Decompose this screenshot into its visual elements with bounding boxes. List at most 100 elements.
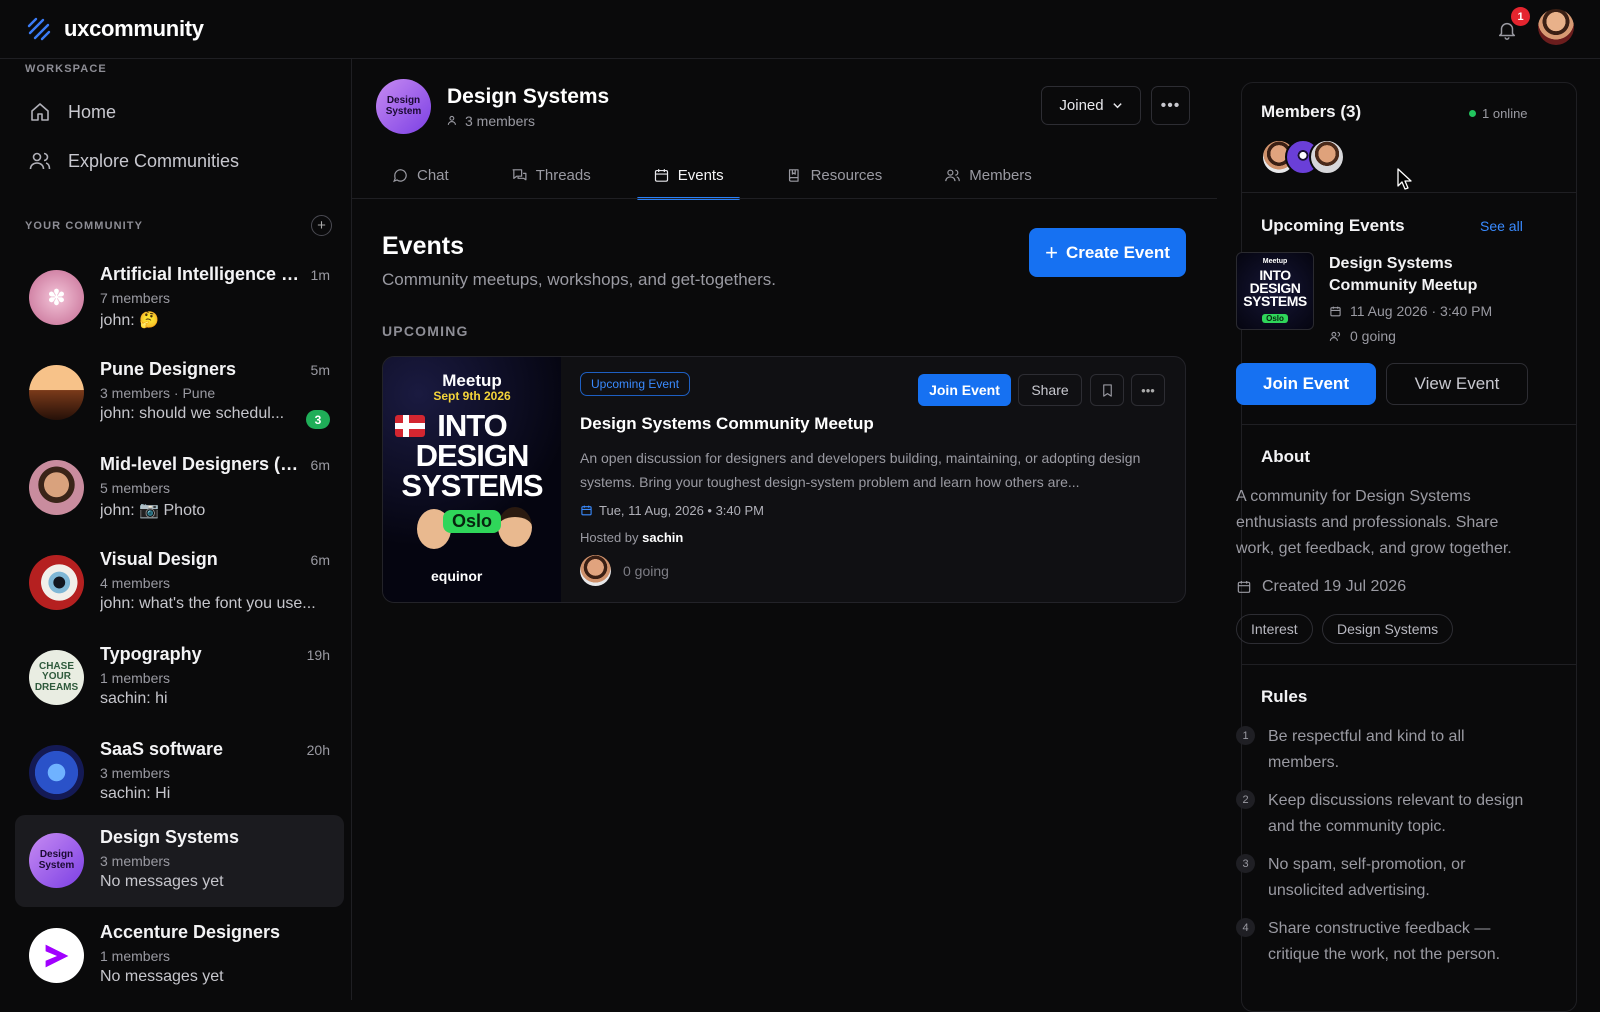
group-member-count: 3 members xyxy=(447,113,609,129)
sidebar-item-home[interactable]: Home xyxy=(28,100,116,124)
created-date: Created 19 Jul 2026 xyxy=(1236,578,1406,596)
tab-chat[interactable]: Chat xyxy=(376,151,465,199)
calendar-icon xyxy=(1237,581,1251,593)
tab-resources[interactable]: Resources xyxy=(770,151,899,199)
poster-headline: INTO DESIGN SYSTEMS xyxy=(401,408,543,503)
community-meta: 1 members xyxy=(100,670,171,686)
upcoming-date-text: 11 Aug 2026 · 3:40 PM xyxy=(1350,303,1493,319)
avatar-text: Design System xyxy=(38,849,75,871)
plus-icon: + xyxy=(1045,239,1058,265)
tab-members[interactable]: Members xyxy=(928,151,1048,199)
community-item-active[interactable]: Design System Design Systems 3 members N… xyxy=(15,815,344,907)
member-count-text: 3 members xyxy=(465,112,536,129)
more-icon: ••• xyxy=(1160,96,1181,114)
community-last-message: sachin: hi xyxy=(100,690,168,707)
bookmark-button[interactable] xyxy=(1090,374,1124,406)
thumb-city: Oslo xyxy=(1262,314,1288,323)
community-meta: 3 members xyxy=(100,765,171,781)
upcoming-event-thumbnail[interactable]: Meetup INTO DESIGN SYSTEMS Oslo xyxy=(1236,252,1314,330)
more-icon: ••• xyxy=(1141,382,1155,398)
app-name: uxcommunity xyxy=(64,16,204,41)
tab-label: Events xyxy=(677,166,724,184)
calendar-icon xyxy=(1330,306,1341,316)
community-item[interactable]: CHASE YOUR DREAMS Typography 19h 1 membe… xyxy=(15,632,344,724)
community-meta: 7 members xyxy=(100,290,171,306)
community-time: 1m xyxy=(310,267,330,283)
users-icon xyxy=(29,152,51,170)
joined-dropdown[interactable]: Joined xyxy=(1041,86,1141,125)
tab-events[interactable]: Events xyxy=(636,151,740,200)
members-title: Members (3) xyxy=(1261,102,1362,121)
calendar-icon xyxy=(654,168,668,182)
member-avatar[interactable] xyxy=(1309,139,1345,175)
event-title[interactable]: Design Systems Community Meetup xyxy=(580,414,874,434)
tag-chip[interactable]: Design Systems xyxy=(1322,614,1454,644)
avatar-text: CHASE YOUR DREAMS xyxy=(34,660,79,693)
share-button[interactable]: Share xyxy=(1018,374,1082,406)
community-last-message: sachin: Hi xyxy=(100,785,171,802)
rule-number: 1 xyxy=(1236,726,1255,745)
emoji-avatar-icon xyxy=(498,507,532,547)
sidebar-join-event-button[interactable]: Join Event xyxy=(1236,363,1376,405)
community-item[interactable]: Pune Designers 5m 3 members · Pune john:… xyxy=(15,347,344,439)
community-name: Pune Designers xyxy=(100,359,237,379)
community-meta: 3 members · Pune xyxy=(100,385,216,401)
community-avatar xyxy=(29,928,84,983)
community-meta: 4 members xyxy=(100,575,171,591)
hosted-by-label: Hosted by xyxy=(580,530,639,545)
community-item[interactable]: Mid-level Designers (3-... 6m 5 members … xyxy=(15,442,344,534)
user-avatar[interactable] xyxy=(1538,9,1574,45)
community-time: 5m xyxy=(310,362,330,378)
community-last-message: john: what's the font you use... xyxy=(100,595,316,612)
community-avatar xyxy=(29,460,84,515)
top-bar: uxcommunity 1 xyxy=(0,0,1600,59)
community-last-message: john: should we schedul... xyxy=(100,405,285,422)
sidebar-item-explore[interactable]: Explore Communities xyxy=(28,149,239,173)
tab-label: Resources xyxy=(810,166,883,184)
tab-threads[interactable]: Threads xyxy=(495,151,607,199)
notifications-button[interactable]: 1 xyxy=(1496,7,1530,41)
community-name: Typography xyxy=(100,644,202,664)
group-more-button[interactable]: ••• xyxy=(1151,86,1190,125)
unread-badge: 3 xyxy=(306,410,330,429)
event-card[interactable]: Meetup Sept 9th 2026 INTO DESIGN SYSTEMS… xyxy=(382,356,1186,603)
community-avatar: CHASE YOUR DREAMS xyxy=(29,650,84,705)
online-count: 1 online xyxy=(1482,106,1528,121)
your-community-label: YOUR COMMUNITY xyxy=(25,220,144,232)
group-title: Design Systems xyxy=(447,84,610,108)
join-event-button[interactable]: Join Event xyxy=(918,374,1011,406)
community-last-message: No messages yet xyxy=(100,968,224,985)
community-item[interactable]: Visual Design 6m 4 members john: what's … xyxy=(15,537,344,629)
community-item[interactable]: SaaS software 20h 3 members sachin: Hi xyxy=(15,727,344,819)
tag-chip[interactable]: Interest xyxy=(1236,614,1313,644)
plus-icon: + xyxy=(317,217,326,234)
community-last-message: john: 📷 Photo xyxy=(100,502,206,519)
group-tabs: Chat Threads Events Resources Members xyxy=(376,151,1217,200)
divider xyxy=(1241,424,1577,425)
users-icon xyxy=(945,169,961,181)
main-content: Design System Design Systems 3 members J… xyxy=(352,59,1217,1000)
community-time: 6m xyxy=(310,457,330,473)
see-all-link[interactable]: See all xyxy=(1480,218,1523,234)
upcoming-event-title[interactable]: Design Systems Community Meetup xyxy=(1329,253,1529,297)
home-icon xyxy=(31,103,49,121)
thumb-text: Meetup xyxy=(1262,258,1288,265)
app-logo[interactable]: uxcommunity xyxy=(26,16,204,42)
rule-text: Share constructive feedback — critique t… xyxy=(1268,920,1501,963)
rule-text: No spam, self-promotion, or unsolicited … xyxy=(1268,856,1466,899)
event-date: Tue, 11 Aug, 2026 • 3:40 PM xyxy=(580,503,764,518)
community-name: Mid-level Designers (3-... xyxy=(100,454,300,474)
events-title: Events xyxy=(382,232,464,260)
create-event-button[interactable]: + Create Event xyxy=(1029,228,1186,277)
community-item[interactable]: Accenture Designers 1 members No message… xyxy=(15,910,344,1000)
online-status: 1 online xyxy=(1469,106,1528,121)
add-community-button[interactable]: + xyxy=(311,215,332,236)
community-item[interactable]: ✽ Artificial Intelligence & ... 1m 7 mem… xyxy=(15,252,344,344)
mouse-cursor-icon xyxy=(1397,168,1412,190)
member-avatars[interactable] xyxy=(1261,139,1345,175)
event-more-button[interactable]: ••• xyxy=(1131,374,1165,406)
view-event-button[interactable]: View Event xyxy=(1386,363,1528,405)
community-avatar: ✽ xyxy=(29,270,84,325)
community-time: 6m xyxy=(310,552,330,568)
online-dot-icon xyxy=(1469,110,1476,117)
